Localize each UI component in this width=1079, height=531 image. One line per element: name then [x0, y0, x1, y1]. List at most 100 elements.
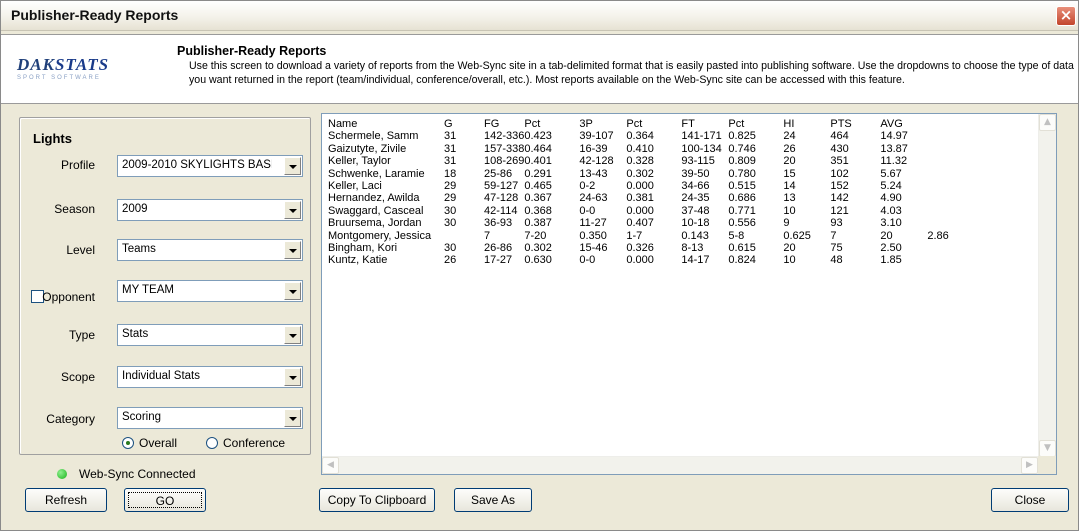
table-cell: 47-128: [484, 192, 519, 205]
overall-radio-label: Overall: [139, 436, 178, 450]
table-cell: 0.780: [728, 167, 756, 180]
season-select[interactable]: 2009: [117, 199, 303, 221]
table-cell: Kuntz, Katie: [328, 254, 388, 267]
table-cell: 20: [783, 242, 796, 255]
conference-radio[interactable]: [206, 437, 218, 449]
save-as-button[interactable]: Save As: [454, 488, 532, 512]
type-select[interactable]: Stats: [117, 324, 303, 346]
table-cell: 0.556: [728, 217, 756, 230]
column-header: PTS: [830, 118, 852, 130]
table-cell: 5.67: [880, 167, 902, 180]
category-select[interactable]: Scoring: [117, 407, 303, 429]
table-cell: 0.381: [626, 192, 654, 205]
table-cell: 17-27: [484, 254, 513, 267]
type-value: Stats: [122, 328, 149, 340]
chevron-down-icon[interactable]: [284, 157, 301, 175]
table-cell: 157-338: [484, 142, 525, 155]
close-window-button[interactable]: ×: [1056, 6, 1076, 26]
table-cell: 29: [444, 180, 457, 193]
scroll-up-icon[interactable]: ▲: [1039, 114, 1056, 131]
close-button[interactable]: Close: [991, 488, 1069, 512]
opponent-value: MY TEAM: [122, 284, 174, 296]
table-cell: 4.03: [880, 204, 902, 217]
opponent-select[interactable]: MY TEAM: [117, 280, 303, 302]
table-cell: Keller, Taylor: [328, 155, 391, 168]
table-cell: 0.328: [626, 155, 654, 168]
scroll-right-icon[interactable]: ▶: [1021, 457, 1038, 474]
scope-value: Individual Stats: [122, 370, 200, 382]
column-header: HI: [783, 118, 795, 130]
table-cell: 0.302: [626, 167, 654, 180]
chevron-down-icon[interactable]: [284, 409, 301, 427]
table-cell: Hernandez, Awilda: [328, 192, 420, 205]
table-cell: 464: [830, 130, 849, 143]
table-cell: 36-93: [484, 217, 513, 230]
table-cell: 26: [783, 142, 796, 155]
vertical-scrollbar[interactable]: ▲ ▼: [1038, 114, 1056, 457]
table-cell: 39-107: [579, 130, 614, 143]
table-cell: Bruursema, Jordan: [328, 217, 422, 230]
chevron-down-icon[interactable]: [284, 201, 301, 219]
column-header: Pct: [728, 118, 745, 130]
column-header: Pct: [626, 118, 643, 130]
column-header: Pct: [524, 118, 541, 130]
profile-select[interactable]: 2009-2010 SKYLIGHTS BASK: [117, 155, 303, 177]
table-cell: 24-35: [681, 192, 710, 205]
profile-value: 2009-2010 SKYLIGHTS BASK: [122, 159, 272, 171]
horizontal-scrollbar[interactable]: ◀ ▶: [322, 456, 1038, 474]
table-cell: 142: [830, 192, 849, 205]
refresh-button[interactable]: Refresh: [25, 488, 107, 512]
level-select[interactable]: Teams: [117, 239, 303, 261]
copy-to-clipboard-button[interactable]: Copy To Clipboard: [319, 488, 435, 512]
go-button[interactable]: GO: [124, 488, 206, 512]
table-row: Hernandez, Awilda 29 47-128 0.367 24-63 0.381…: [328, 192, 985, 204]
table-cell: 0.143: [681, 229, 709, 242]
table-cell: 108-269: [484, 155, 525, 168]
table-row: Kuntz, Katie 26 17-27 0.630 0-0 0.000 14-17 0.8…: [328, 254, 985, 266]
scroll-down-icon[interactable]: ▼: [1039, 440, 1056, 457]
table-cell: 93-115: [681, 155, 715, 168]
chevron-down-icon[interactable]: [284, 326, 301, 344]
table-cell: 39-50: [681, 167, 710, 180]
table-cell: 1-7: [626, 229, 643, 242]
table-cell: Montgomery, Jessica: [328, 229, 432, 242]
table-cell: 0-2: [579, 180, 596, 193]
table-cell: 25-86: [484, 167, 513, 180]
table-row: Bingham, Kori 30 26-86 0.302 15-46 0.326 8-13 0…: [328, 242, 985, 254]
overall-radio[interactable]: [122, 437, 134, 449]
table-cell: 42-128: [579, 155, 614, 168]
table-cell: 0.302: [524, 242, 552, 255]
table-cell: 10: [783, 204, 796, 217]
chevron-down-icon[interactable]: [284, 241, 301, 259]
column-header: 3P: [579, 118, 593, 130]
table-cell: 0.000: [626, 204, 654, 217]
table-cell: 26: [444, 254, 457, 267]
table-cell: 0.686: [728, 192, 756, 205]
title-bar: Publisher-Ready Reports ×: [1, 1, 1078, 31]
table-row: Gaizutyte, Zivile 31 157-338 0.464 16-39 0.41…: [328, 143, 985, 155]
table-cell: Bingham, Kori: [328, 242, 398, 255]
column-header: Name: [328, 118, 358, 130]
table-cell: 10-18: [681, 217, 710, 230]
table-row: Schwenke, Laramie 18 25-86 0.291 13-43 0.302 3…: [328, 168, 985, 180]
chevron-down-icon[interactable]: [284, 282, 301, 300]
table-cell: 31: [444, 155, 457, 168]
category-label: Category: [46, 412, 95, 426]
level-label: Level: [66, 243, 95, 257]
table-cell: 152: [830, 180, 849, 193]
chevron-down-icon[interactable]: [284, 368, 301, 386]
table-cell: 14: [783, 180, 796, 193]
table-cell: 351: [830, 155, 849, 168]
connection-status-text: Web-Sync Connected: [79, 467, 196, 481]
table-row: Swaggard, Casceal 30 42-114 0.368 0-0 0.000 37…: [328, 205, 985, 217]
table-cell: 5-8: [728, 229, 745, 242]
scroll-left-icon[interactable]: ◀: [322, 457, 339, 474]
table-cell: 11.32: [880, 155, 908, 168]
table-cell: 29: [444, 192, 457, 205]
report-text-area[interactable]: Name G FG Pct 3P Pct FT Pct HI PTS AVG Schermele, S…: [321, 113, 1057, 475]
table-cell: Keller, Laci: [328, 180, 382, 193]
header-title: Publisher-Ready Reports: [177, 44, 327, 58]
scope-select[interactable]: Individual Stats: [117, 366, 303, 388]
table-cell: 0.746: [728, 142, 756, 155]
window-title: Publisher-Ready Reports: [11, 7, 179, 23]
